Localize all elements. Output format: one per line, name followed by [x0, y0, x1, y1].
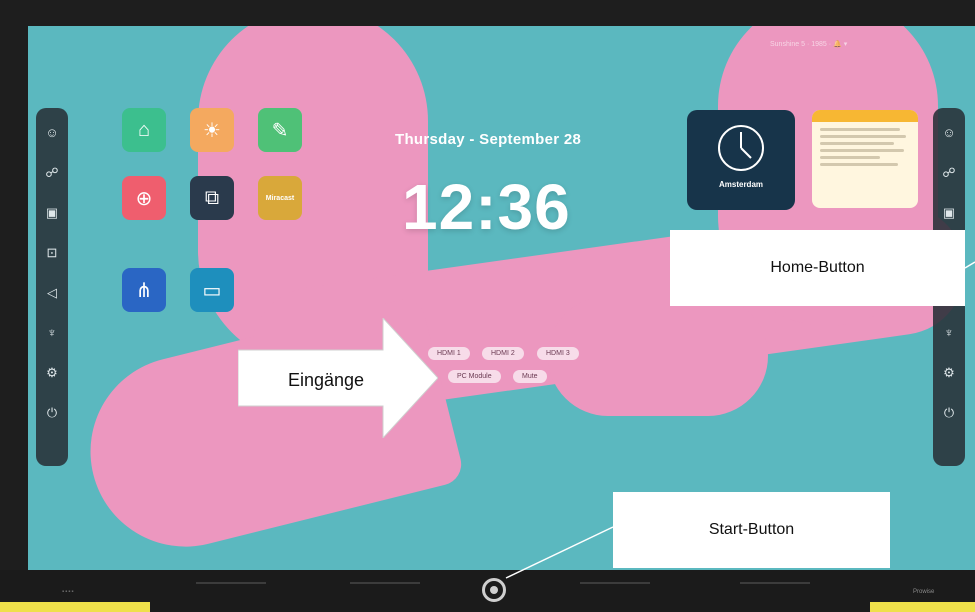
yellow-trim [0, 602, 150, 612]
settings-icon: ⚙ [46, 365, 58, 380]
annotate-icon: ⋔ [122, 268, 166, 312]
globe-icon: ⊕ [122, 176, 166, 220]
power-icon: ⏻ [46, 405, 58, 420]
pink-shape [548, 296, 768, 416]
sidebar-user-button[interactable]: ☺ [36, 114, 68, 154]
power-icon: ⏻ [943, 405, 955, 420]
windows-icon: ▣ [45, 205, 59, 220]
input-hdmi3-button[interactable]: HDMI 3 [537, 347, 579, 360]
mute-button[interactable]: Mute [513, 370, 547, 383]
sidebar-power-button[interactable]: ⏻ [933, 394, 965, 434]
app-file-manager[interactable]: ▭ [190, 268, 234, 316]
home-button-callout: Home-Button [670, 230, 965, 306]
clock-city-label: Amsterdam [718, 180, 763, 189]
sidebar-power-button[interactable]: ⏻ [36, 394, 68, 434]
windows-icon: ▣ [942, 205, 956, 220]
app-presenter[interactable]: ⋔ [122, 268, 166, 316]
sidebar-volume-button[interactable]: ◁ [36, 274, 68, 314]
analog-clock-icon [718, 125, 764, 171]
app-browser[interactable]: ⊕ [122, 176, 166, 224]
miracast-icon: Miracast [258, 176, 302, 220]
note-widget[interactable] [812, 110, 918, 208]
brand-label: Prowise [913, 589, 935, 595]
user-icon: ☺ [942, 125, 956, 140]
screenshare-icon: ⧉ [190, 176, 234, 220]
settings-icon: ⚙ [943, 365, 955, 380]
app-ideas[interactable]: ☀ [190, 108, 234, 156]
start-button[interactable] [482, 578, 506, 602]
app-screenshare[interactable]: ⧉ [190, 176, 234, 224]
left-sidebar: ☺ ☍ ▣ ⊡ ◁ ♆ ⚙ ⏻ [36, 108, 68, 466]
time-display: 12:36 [402, 171, 571, 243]
bezel-indicators: ▪▪▪▪ [62, 589, 75, 595]
folder-icon: ▭ [190, 268, 234, 312]
status-bar: Sunshine 5 · 1985 · 🔔 ▾ [770, 41, 848, 48]
input-pc-module-button[interactable]: PC Module [448, 370, 501, 383]
start-button-callout: Start-Button [613, 492, 890, 568]
people-icon: ☍ [45, 165, 59, 180]
sidebar-windows-button[interactable]: ▣ [36, 194, 68, 234]
sidebar-input-button[interactable]: ⊡ [36, 234, 68, 274]
user-icon: ☺ [45, 125, 59, 140]
sidebar-user-button[interactable]: ☺ [933, 114, 965, 154]
sidebar-windows-button[interactable]: ▣ [933, 194, 965, 234]
power-ring-icon [490, 586, 498, 594]
people-icon: ☍ [942, 165, 956, 180]
sidebar-pen-button[interactable]: ♆ [933, 314, 965, 354]
sidebar-settings-button[interactable]: ⚙ [36, 354, 68, 394]
date-label: Thursday - September 28 [395, 131, 582, 148]
input-hdmi2-button[interactable]: HDMI 2 [482, 347, 524, 360]
sidebar-pen-button[interactable]: ♆ [36, 314, 68, 354]
clock-widget[interactable]: Amsterdam [687, 110, 795, 210]
pen-icon: ♆ [47, 325, 57, 340]
sidebar-settings-button[interactable]: ⚙ [933, 354, 965, 394]
bag-icon: ⌂ [122, 108, 166, 152]
whiteboard-icon: ✎ [258, 108, 302, 152]
sidebar-people-button[interactable]: ☍ [933, 154, 965, 194]
inputs-callout-label: Eingänge [288, 370, 365, 390]
input-icon: ⊡ [46, 245, 58, 260]
app-miracast[interactable]: Miracast [258, 176, 302, 224]
app-whiteboard[interactable]: ✎ [258, 108, 302, 156]
volume-icon: ◁ [47, 285, 57, 300]
bulb-icon: ☀ [190, 108, 234, 152]
yellow-trim [870, 602, 975, 612]
app-store[interactable]: ⌂ [122, 108, 166, 156]
sidebar-people-button[interactable]: ☍ [36, 154, 68, 194]
pen-icon: ♆ [944, 325, 954, 340]
